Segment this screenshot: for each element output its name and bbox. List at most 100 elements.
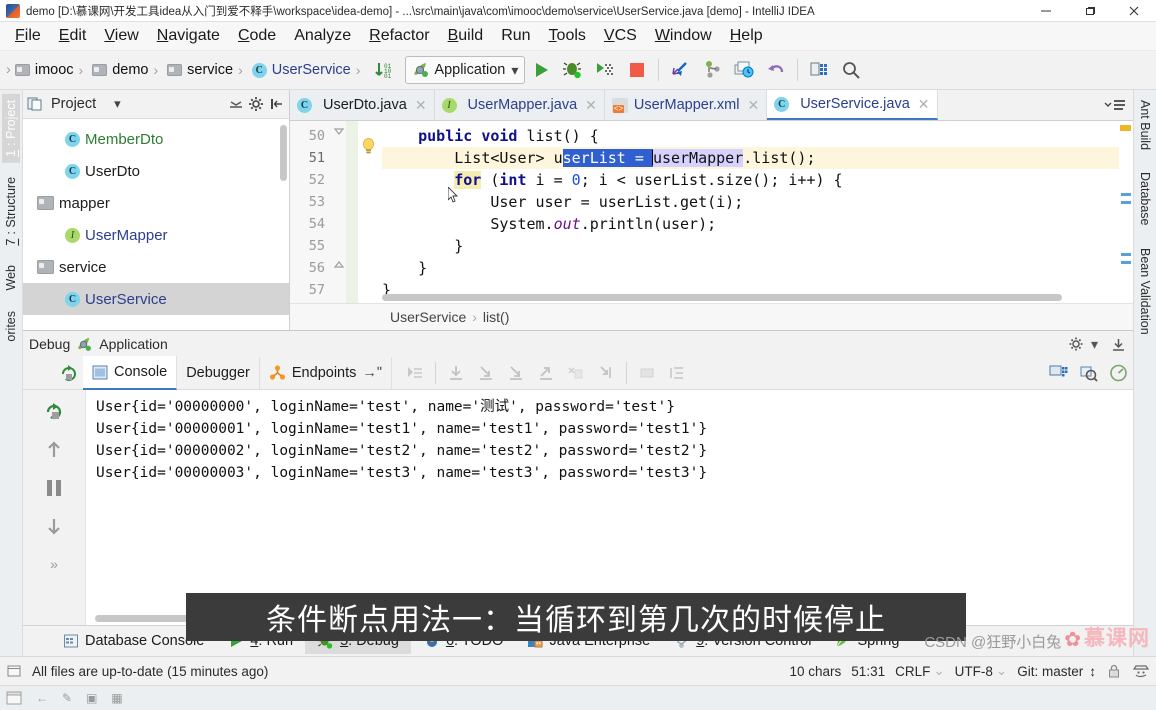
menu-edit[interactable]: Edit bbox=[50, 24, 96, 48]
status-line-separator[interactable]: CRLF ⌄ bbox=[895, 663, 945, 679]
menu-build[interactable]: Build bbox=[439, 24, 493, 48]
tree-node-mapper[interactable]: mapper bbox=[23, 187, 289, 219]
menu-run[interactable]: Run bbox=[492, 24, 539, 48]
rerun-button[interactable] bbox=[53, 359, 83, 387]
update-project-button[interactable] bbox=[664, 55, 696, 85]
run-with-coverage-button[interactable] bbox=[589, 55, 621, 85]
sidebar-item-project[interactable]: 1: Project bbox=[2, 94, 20, 163]
step-out-button[interactable] bbox=[531, 359, 561, 387]
inspect-icon[interactable] bbox=[1073, 359, 1103, 387]
debug-tab-console[interactable]: Console bbox=[83, 356, 178, 390]
minimize-button[interactable] bbox=[1024, 0, 1068, 22]
breadcrumb-method[interactable]: list() bbox=[483, 309, 509, 325]
tree-node-userdto[interactable]: C UserDto bbox=[23, 155, 289, 187]
menu-navigate[interactable]: Navigate bbox=[148, 24, 229, 48]
undo-button[interactable] bbox=[760, 55, 792, 85]
pencil-icon[interactable]: ✎ bbox=[62, 691, 72, 705]
console-output-panel[interactable]: » User{id='00000000', loginName='test', … bbox=[23, 390, 1133, 625]
run-button[interactable] bbox=[525, 55, 557, 85]
status-toggle-icon[interactable] bbox=[6, 663, 22, 679]
tab-usermapper-java[interactable]: I UserMapper.java ✕ bbox=[434, 90, 605, 120]
panel-icon[interactable]: ▣ bbox=[86, 691, 97, 705]
breadcrumb-class[interactable]: UserService bbox=[390, 309, 466, 325]
layout-settings-icon[interactable] bbox=[1043, 359, 1073, 387]
status-encoding[interactable]: UTF-8 ⌄ bbox=[955, 663, 1008, 679]
force-step-into-button[interactable] bbox=[501, 359, 531, 387]
project-structure-button[interactable] bbox=[803, 55, 835, 85]
commit-button[interactable] bbox=[696, 55, 728, 85]
menu-tools[interactable]: Tools bbox=[540, 24, 595, 48]
hide-window-icon[interactable] bbox=[1110, 336, 1127, 353]
code-text[interactable]: public void list() { List<User> userList… bbox=[382, 121, 1119, 303]
sidebar-item-favorites[interactable]: orites bbox=[2, 305, 20, 348]
navbar-crumb-demo[interactable]: demo › bbox=[90, 60, 165, 80]
debug-button[interactable] bbox=[557, 55, 589, 85]
project-tree-scrollbar[interactable] bbox=[280, 125, 287, 181]
help-icon[interactable] bbox=[1103, 359, 1133, 387]
sidebar-item-database[interactable]: Database bbox=[1136, 166, 1154, 232]
sort-numeric-icon[interactable]: 01 10 01 bbox=[367, 55, 399, 85]
maximize-button[interactable] bbox=[1068, 0, 1112, 22]
tab-close-icon[interactable]: ✕ bbox=[918, 96, 930, 113]
tree-node-service[interactable]: service bbox=[23, 251, 289, 283]
history-button[interactable] bbox=[728, 55, 760, 85]
stop-button[interactable] bbox=[621, 55, 653, 85]
settings-gear-icon[interactable] bbox=[1068, 336, 1085, 353]
hide-panel-icon[interactable] bbox=[269, 96, 285, 112]
pause-button[interactable] bbox=[37, 470, 71, 506]
tab-userdto-java[interactable]: C UserDto.java ✕ bbox=[290, 90, 435, 120]
grid-icon[interactable]: ▦ bbox=[111, 691, 122, 705]
menu-view[interactable]: View bbox=[95, 24, 147, 48]
status-caret-position[interactable]: 51:31 bbox=[851, 664, 885, 679]
lock-icon[interactable] bbox=[1106, 663, 1122, 679]
expand-more-button[interactable]: » bbox=[37, 546, 71, 582]
navbar-crumb-userservice[interactable]: C UserService › bbox=[250, 60, 368, 80]
chevron-down-icon[interactable]: ▾ bbox=[1091, 336, 1098, 353]
tree-node-usermapper[interactable]: I UserMapper bbox=[23, 219, 289, 251]
show-execution-point-button[interactable] bbox=[400, 359, 430, 387]
close-button[interactable] bbox=[1112, 0, 1156, 22]
menu-help[interactable]: Help bbox=[721, 24, 772, 48]
sidebar-item-web[interactable]: Web bbox=[2, 259, 20, 296]
gear-icon[interactable] bbox=[248, 96, 265, 113]
scroll-up-button[interactable] bbox=[37, 432, 71, 468]
drop-frame-button[interactable] bbox=[561, 359, 591, 387]
tab-userservice-java[interactable]: C UserService.java ✕ bbox=[767, 90, 938, 120]
project-view-selector-caret[interactable]: ▾ bbox=[114, 96, 121, 112]
sidebar-item-ant-build[interactable]: Ant Build bbox=[1136, 94, 1154, 156]
menu-vcs[interactable]: VCS bbox=[595, 24, 646, 48]
code-editor[interactable]: 50 51 52 53 54 55 56 57 public void list… bbox=[290, 121, 1133, 303]
evaluate-expression-button[interactable] bbox=[632, 359, 662, 387]
hector-icon[interactable] bbox=[1132, 663, 1150, 679]
tab-close-icon[interactable]: ✕ bbox=[747, 97, 759, 114]
debug-tab-endpoints[interactable]: Endpoints →ʺ bbox=[260, 357, 393, 389]
rerun-console-button[interactable] bbox=[37, 394, 71, 430]
frames-button[interactable] bbox=[662, 359, 692, 387]
menu-code[interactable]: Code bbox=[229, 24, 285, 48]
tab-list-dropdown-icon[interactable] bbox=[1103, 97, 1127, 113]
step-into-button[interactable] bbox=[471, 359, 501, 387]
menu-refactor[interactable]: Refactor bbox=[360, 24, 438, 48]
error-stripe-marker[interactable] bbox=[1119, 121, 1133, 303]
scroll-down-button[interactable] bbox=[37, 508, 71, 544]
intention-bulb-column[interactable] bbox=[358, 121, 382, 303]
navbar-crumb-service[interactable]: service › bbox=[165, 60, 250, 80]
tab-close-icon[interactable]: ✕ bbox=[415, 97, 427, 114]
search-everywhere-icon[interactable] bbox=[835, 55, 867, 85]
collapse-all-icon[interactable] bbox=[228, 96, 244, 112]
sidebar-item-structure[interactable]: 7: Structure bbox=[2, 171, 20, 252]
back-arrow-icon[interactable]: ← bbox=[36, 691, 48, 705]
menu-window[interactable]: Window bbox=[646, 24, 721, 48]
menu-file[interactable]: File bbox=[6, 24, 50, 48]
run-to-cursor-button[interactable] bbox=[591, 359, 621, 387]
code-folding-gutter[interactable] bbox=[332, 121, 346, 303]
step-over-button[interactable] bbox=[441, 359, 471, 387]
run-configuration-selector[interactable]: Application ▾ bbox=[405, 56, 526, 84]
editor-horizontal-scrollbar[interactable] bbox=[382, 294, 1062, 301]
navbar-crumb-imooc[interactable]: imooc › bbox=[13, 60, 90, 80]
status-git-branch[interactable]: Git: master ↕ bbox=[1017, 664, 1096, 679]
menu-analyze[interactable]: Analyze bbox=[285, 24, 360, 48]
tree-node-userservice[interactable]: C UserService bbox=[23, 283, 289, 315]
tab-usermapper-xml[interactable]: UserMapper.xml ✕ bbox=[604, 90, 768, 120]
tree-node-memberdto[interactable]: C MemberDto bbox=[23, 123, 289, 155]
